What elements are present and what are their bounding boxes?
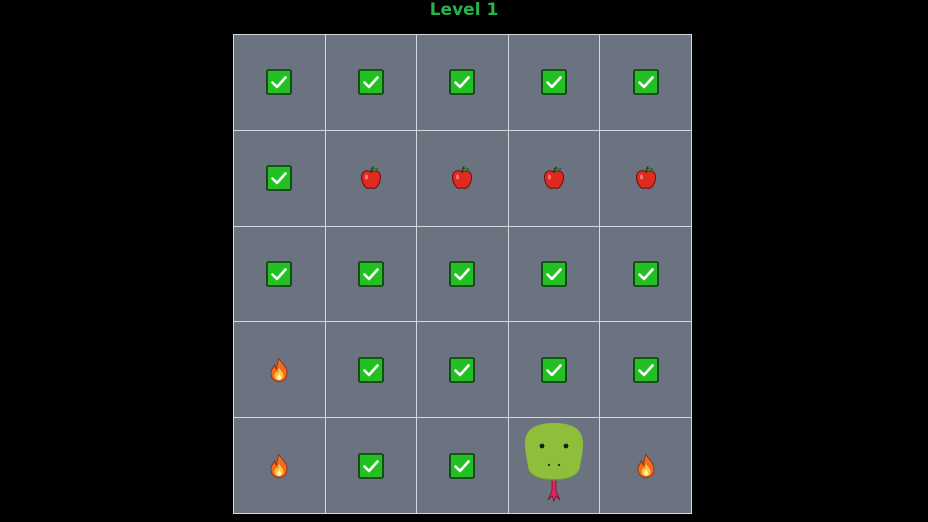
checkbox-checked-icon (633, 357, 659, 383)
fire-icon (267, 357, 291, 383)
checkbox-checked-icon (633, 69, 659, 95)
board-cell[interactable] (417, 322, 509, 419)
board-cell[interactable] (508, 35, 601, 131)
apple-icon (633, 165, 659, 191)
checkbox-checked-icon (449, 261, 475, 287)
board-cell[interactable] (325, 35, 418, 131)
checkbox-checked-icon (541, 69, 567, 95)
board-cell[interactable] (417, 418, 509, 514)
fire-icon (634, 453, 658, 479)
game-board[interactable] (233, 34, 692, 514)
game-stage: Level 1 (0, 0, 928, 522)
board-cell[interactable] (234, 35, 326, 131)
checkbox-checked-icon (358, 357, 384, 383)
checkbox-checked-icon (633, 261, 659, 287)
checkbox-checked-icon (358, 261, 384, 287)
board-cell[interactable] (325, 130, 418, 227)
board-cell[interactable] (508, 322, 601, 419)
checkbox-checked-icon (541, 261, 567, 287)
board-cell[interactable] (417, 130, 509, 227)
checkbox-checked-icon (541, 357, 567, 383)
apple-icon (449, 165, 475, 191)
board-cell[interactable] (234, 418, 326, 514)
board-cell[interactable] (325, 418, 418, 514)
board-cell[interactable] (234, 226, 326, 323)
apple-icon (541, 165, 567, 191)
board-cell[interactable] (600, 226, 692, 323)
checkbox-checked-icon (449, 69, 475, 95)
board-cell[interactable] (234, 130, 326, 227)
level-title: Level 1 (429, 0, 499, 20)
board-cell[interactable] (234, 322, 326, 419)
board-cell[interactable] (508, 418, 601, 514)
board-cell[interactable] (417, 35, 509, 131)
board-cell[interactable] (600, 418, 692, 514)
board-cell[interactable] (508, 130, 601, 227)
board-cell[interactable] (600, 322, 692, 419)
board-cell[interactable] (325, 322, 418, 419)
board-cell[interactable] (325, 226, 418, 323)
board-cell[interactable] (508, 226, 601, 323)
checkbox-checked-icon (358, 453, 384, 479)
checkbox-checked-icon (266, 69, 292, 95)
checkbox-checked-icon (449, 357, 475, 383)
checkbox-checked-icon (358, 69, 384, 95)
checkbox-checked-icon (449, 453, 475, 479)
board-cell[interactable] (600, 35, 692, 131)
fire-icon (267, 453, 291, 479)
board-cell[interactable] (417, 226, 509, 323)
board-cell[interactable] (600, 130, 692, 227)
snake-head-icon (522, 421, 586, 505)
checkbox-checked-icon (266, 165, 292, 191)
checkbox-checked-icon (266, 261, 292, 287)
apple-icon (358, 165, 384, 191)
